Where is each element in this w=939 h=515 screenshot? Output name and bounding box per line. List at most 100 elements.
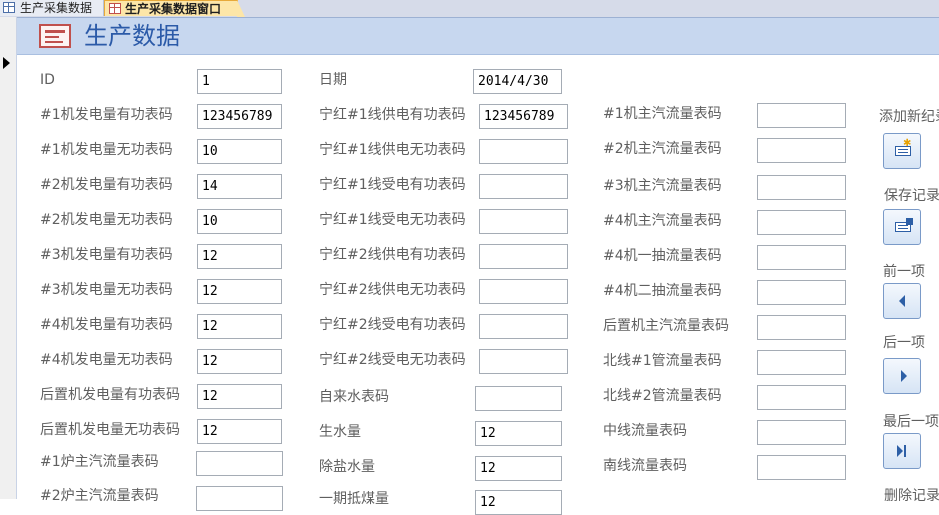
phase1-coal-field[interactable]: 12 [475,490,562,515]
unit4-reactive-meter-field[interactable]: 12 [197,349,282,374]
rear-unit-steam-flow-field[interactable] [757,315,846,340]
unit3-reactive-meter-field[interactable]: 12 [197,279,282,304]
field-label: 后置机主汽流量表码 [603,318,729,334]
next-record-button[interactable] [883,358,921,394]
unit4-active-meter-field[interactable]: 12 [197,314,282,339]
field-label: 宁红#1线受电有功表码 [319,177,466,193]
field-label: #3机主汽流量表码 [603,178,722,194]
unit4-extraction1-flow-field[interactable] [757,245,846,270]
rear-unit-active-meter-field[interactable]: 12 [197,384,282,409]
field-label: 宁红#2线供电有功表码 [319,247,466,263]
unit1-steam-flow-field[interactable] [757,103,846,128]
unit3-steam-flow-field[interactable] [757,175,846,200]
middle-line-flow-field[interactable] [757,420,846,445]
line1-receive-reactive-field[interactable] [479,209,568,234]
unit3-active-meter-field[interactable]: 12 [197,244,282,269]
field-label: #4机发电量有功表码 [40,317,173,333]
last-record-button[interactable] [883,433,921,469]
field-label: 一期抵煤量 [319,491,389,507]
field-label: #4机发电量无功表码 [40,352,173,368]
field-label: 北线#1管流量表码 [603,353,722,369]
date-field[interactable]: 2014/4/30 [473,69,562,94]
field-label: 生水量 [319,424,361,440]
date-label: 日期 [319,72,347,88]
new-star-icon: ✱ [903,138,912,149]
line2-receive-active-field[interactable] [479,314,568,339]
field-label: #3机发电量有功表码 [40,247,173,263]
save-record-label: 保存记录 [884,188,939,204]
field-label: #4机一抽流量表码 [603,248,722,264]
next-record-label: 后一项 [883,335,925,351]
unit1-reactive-meter-field[interactable]: 10 [197,139,282,164]
field-label: 南线流量表码 [603,458,687,474]
field-label: #2机发电量有功表码 [40,177,173,193]
current-record-arrow-icon [3,57,10,69]
tab-label: 生产采集数据 [20,1,93,15]
unit2-active-meter-field[interactable]: 14 [197,174,282,199]
field-label: 自来水表码 [319,389,389,405]
add-record-label: 添加新纪录 [879,109,939,125]
boiler1-steam-meter-field[interactable] [196,451,283,476]
form-icon [109,3,121,14]
add-record-button[interactable]: ✱ [883,133,921,169]
unit1-active-meter-field[interactable]: 123456789 [197,104,282,129]
field-label: 宁红#1线受电无功表码 [319,212,466,228]
table-icon [3,2,15,13]
previous-record-label: 前一项 [883,264,925,280]
form-icon [39,24,71,48]
document-tab-bar: 生产采集数据 生产采集数据窗口 [0,0,939,18]
demineralized-water-field[interactable]: 12 [475,456,562,481]
record-selector[interactable] [0,17,17,499]
field-label: #1机发电量有功表码 [40,107,173,123]
tab-production-data-table[interactable]: 生产采集数据 [0,0,104,16]
id-field[interactable]: 1 [197,69,282,94]
previous-record-icon [899,295,905,307]
field-label: #1炉主汽流量表码 [40,454,159,470]
line2-supply-active-field[interactable] [479,244,568,269]
unit2-reactive-meter-field[interactable]: 10 [197,209,282,234]
line2-receive-reactive-field[interactable] [479,349,568,374]
tab-label: 生产采集数据窗口 [125,2,222,16]
tab-production-data-form[interactable]: 生产采集数据窗口 [104,0,245,17]
field-label: #4机主汽流量表码 [603,213,722,229]
line1-receive-active-field[interactable] [479,174,568,199]
disk-icon [906,218,913,225]
unit4-extraction2-flow-field[interactable] [757,280,846,305]
last-record-label: 最后一项 [883,414,939,430]
line1-supply-reactive-field[interactable] [479,139,568,164]
tap-water-meter-field[interactable] [475,386,562,411]
field-label: 宁红#2线受电有功表码 [319,317,466,333]
field-label: 后置机发电量有功表码 [40,387,180,403]
raw-water-field[interactable]: 12 [475,421,562,446]
line1-supply-active-field[interactable]: 123456789 [479,104,568,129]
field-label: 除盐水量 [319,459,375,475]
last-record-icon [897,445,903,457]
unit4-steam-flow-field[interactable] [757,210,846,235]
rear-unit-reactive-meter-field[interactable]: 12 [197,419,282,444]
field-label: 中线流量表码 [603,423,687,439]
line2-supply-reactive-field[interactable] [479,279,568,304]
save-record-button[interactable] [883,209,921,245]
field-label: #2机发电量无功表码 [40,212,173,228]
field-label: #3机发电量无功表码 [40,282,173,298]
field-label: #2机主汽流量表码 [603,141,722,157]
field-label: #1机主汽流量表码 [603,106,722,122]
field-label: 宁红#2线供电无功表码 [319,282,466,298]
form-header: 生产数据 [17,18,939,55]
field-label: 宁红#2线受电无功表码 [319,352,466,368]
previous-record-button[interactable] [883,283,921,319]
north-pipe2-flow-field[interactable] [757,385,846,410]
field-label: 后置机发电量无功表码 [40,422,180,438]
field-label: 宁红#1线供电无功表码 [319,142,466,158]
delete-record-label: 删除记录 [884,488,939,504]
next-record-icon [901,370,907,382]
field-label: 宁红#1线供电有功表码 [319,107,466,123]
id-label: ID [40,72,55,88]
field-label: 北线#2管流量表码 [603,388,722,404]
field-label: #1机发电量无功表码 [40,142,173,158]
south-line-flow-field[interactable] [757,455,846,480]
unit2-steam-flow-field[interactable] [757,138,846,163]
field-label: #4机二抽流量表码 [603,283,722,299]
north-pipe1-flow-field[interactable] [757,350,846,375]
field-label: #2炉主汽流量表码 [40,488,159,504]
